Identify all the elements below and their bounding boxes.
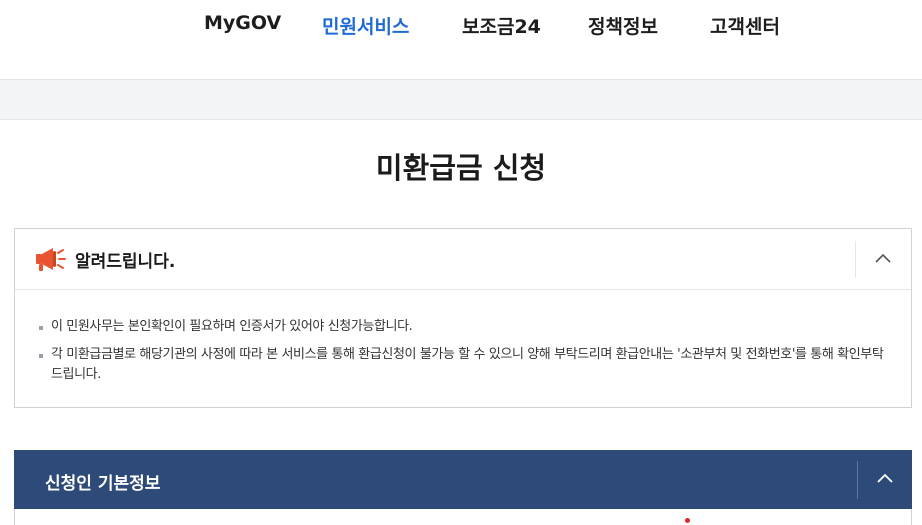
section-title: 신청인 기본정보	[45, 474, 161, 494]
notice-line: 이 민원사무는 본인확인이 필요하며 인증서가 있어야 신청가능합니다.	[39, 317, 887, 337]
applicant-info-body	[14, 509, 912, 525]
top-navigation: MyGOV 민원서비스 보조금24 정책정보 고객센터	[0, 0, 922, 80]
nav-item-policy-info[interactable]: 정책정보	[588, 12, 658, 39]
notice-line: 각 미환급금별로 해당기관의 사정에 따라 본 서비스를 통해 환급신청이 불가…	[39, 345, 887, 385]
notice-line-text: 각 미환급금별로 해당기관의 사정에 따라 본 서비스를 통해 환급신청이 불가…	[51, 347, 884, 382]
bullet-icon	[39, 326, 43, 330]
megaphone-icon	[36, 248, 66, 271]
bullet-icon	[39, 354, 43, 358]
section-collapse-button[interactable]	[858, 450, 912, 509]
page-title: 미환급금 신청	[375, 151, 547, 185]
notice-title: 알려드립니다.	[75, 252, 176, 272]
notice-line-text: 이 민원사무는 본인확인이 필요하며 인증서가 있어야 신청가능합니다.	[51, 319, 413, 334]
breadcrumb-band	[0, 80, 922, 120]
applicant-info-section-header: 신청인 기본정보	[14, 450, 912, 509]
chevron-up-icon	[877, 473, 893, 483]
notice-panel: 알려드립니다. 이 민원사무는 본인확인이 필요하며 인증서가 있어야 신청가능…	[14, 228, 912, 408]
nav-item-mygov[interactable]: MyGOV	[204, 12, 281, 34]
nav-item-customer-center[interactable]: 고객센터	[710, 12, 780, 39]
notice-header: 알려드립니다.	[15, 229, 911, 290]
chevron-up-icon	[875, 253, 891, 263]
required-marker-icon	[685, 518, 690, 523]
nav-item-subsidy24[interactable]: 보조금24	[462, 12, 541, 39]
nav-item-civil-service[interactable]: 민원서비스	[322, 12, 409, 39]
notice-body: 이 민원사무는 본인확인이 필요하며 인증서가 있어야 신청가능합니다. 각 미…	[39, 317, 887, 393]
notice-collapse-button[interactable]	[856, 229, 911, 289]
